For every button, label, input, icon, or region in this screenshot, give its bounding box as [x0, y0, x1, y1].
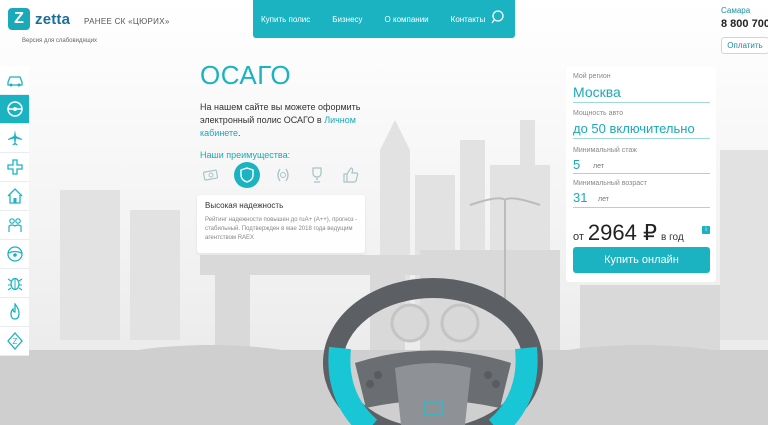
calculation-form: Мой регион Москва Мощность авто до 50 вк…: [566, 66, 716, 282]
age-underline: [573, 207, 710, 208]
bug-icon: [7, 277, 22, 291]
sidebar-item-osago[interactable]: [0, 95, 29, 124]
zetta-brand-name: zetta: [35, 10, 71, 28]
pay-button[interactable]: Оплатить: [721, 37, 768, 54]
steering-wheel-illustration: [323, 278, 543, 425]
advantage-reliability[interactable]: [234, 162, 260, 188]
advantages-label: Наши преимущества:: [200, 150, 291, 160]
sidebar-item-car[interactable]: [0, 66, 29, 95]
zetta-z-icon: Z: [6, 332, 23, 350]
dashboard-gauges: [390, 303, 480, 343]
experience-label: Минимальный стаж: [573, 147, 637, 154]
sidebar-item-tick[interactable]: [0, 269, 29, 298]
nav-business[interactable]: Бизнесу: [332, 15, 362, 24]
nav-about[interactable]: О компании: [385, 15, 429, 24]
age-label: Минимальный возраст: [573, 180, 647, 187]
sidebar-item-travel[interactable]: [0, 124, 29, 153]
thumb-up-icon: [343, 167, 359, 183]
steering-icon: [6, 246, 23, 262]
sidebar-item-kasko[interactable]: [0, 240, 29, 269]
phone-number[interactable]: 8 800 700: [721, 18, 768, 30]
description-end: .: [238, 128, 241, 138]
advantages-icons: [200, 162, 374, 188]
region-selector[interactable]: Самара: [721, 6, 750, 15]
shield-icon: [240, 167, 254, 183]
zetta-logo-mark: Z: [8, 8, 30, 30]
page-description: На нашем сайте вы можете оформить электр…: [200, 101, 365, 140]
price-line: от 2964 ₽ в год: [573, 220, 684, 246]
nav-contacts[interactable]: Контакты: [451, 15, 486, 24]
advantage-card-body: Рейтинг надежности повышен до ruA+ (A++)…: [205, 217, 358, 241]
power-field[interactable]: до 50 включительно: [573, 121, 695, 136]
trophy-icon: [312, 167, 322, 183]
main-nav: Купить полис Бизнесу О компании Контакты: [253, 0, 515, 38]
experience-underline: [573, 173, 710, 174]
zetta-logo[interactable]: Z zetta: [8, 8, 70, 30]
sidebar-item-zetta[interactable]: Z: [0, 327, 29, 356]
fire-icon: [9, 303, 20, 320]
sidebar-item-family[interactable]: [0, 211, 29, 240]
search-icon[interactable]: [491, 10, 505, 24]
visually-impaired-link[interactable]: Версия для слабовидящих: [22, 38, 97, 44]
money-icon: [202, 169, 219, 181]
formerly-label: РАНЕЕ СК «ЦЮРИХ»: [84, 17, 170, 26]
age-unit: лет: [598, 196, 609, 203]
experience-unit: лет: [593, 163, 604, 170]
price-suffix: в год: [660, 232, 684, 243]
svg-text:Z: Z: [12, 337, 17, 346]
medical-cross-icon: [6, 159, 23, 175]
product-sidebar: Z: [0, 66, 29, 356]
price-value: 2964 ₽: [587, 220, 657, 245]
region-field[interactable]: Москва: [573, 84, 621, 100]
age-field[interactable]: 31: [573, 190, 587, 205]
advantage-detail-card: Высокая надежность Рейтинг надежности по…: [197, 195, 365, 253]
experience-field[interactable]: 5: [573, 157, 580, 172]
people-icon: [7, 218, 22, 232]
steering-wheel-icon: [6, 101, 23, 117]
power-label: Мощность авто: [573, 110, 624, 117]
house-icon: [7, 188, 22, 204]
page-title: ОСАГО: [200, 60, 292, 90]
car-icon: [6, 76, 23, 87]
advantage-card-title: Высокая надежность: [205, 201, 284, 210]
sidebar-item-property[interactable]: [0, 182, 29, 211]
advantage-like[interactable]: [340, 164, 362, 186]
laurel-icon: [277, 168, 289, 182]
sidebar-item-health[interactable]: [0, 153, 29, 182]
nav-buy-policy[interactable]: Купить полис: [261, 15, 310, 24]
power-underline: [573, 138, 710, 139]
price-info-icon[interactable]: i: [702, 226, 710, 234]
region-label: Мой регион: [573, 73, 611, 80]
advantage-money[interactable]: [200, 164, 222, 186]
region-underline: [573, 102, 710, 103]
airplane-icon: [7, 130, 22, 146]
price-prefix: от: [573, 231, 584, 243]
advantage-trophy[interactable]: [306, 164, 328, 186]
buy-online-button[interactable]: Купить онлайн: [573, 247, 710, 273]
advantage-award[interactable]: [272, 164, 294, 186]
sidebar-item-fire[interactable]: [0, 298, 29, 327]
